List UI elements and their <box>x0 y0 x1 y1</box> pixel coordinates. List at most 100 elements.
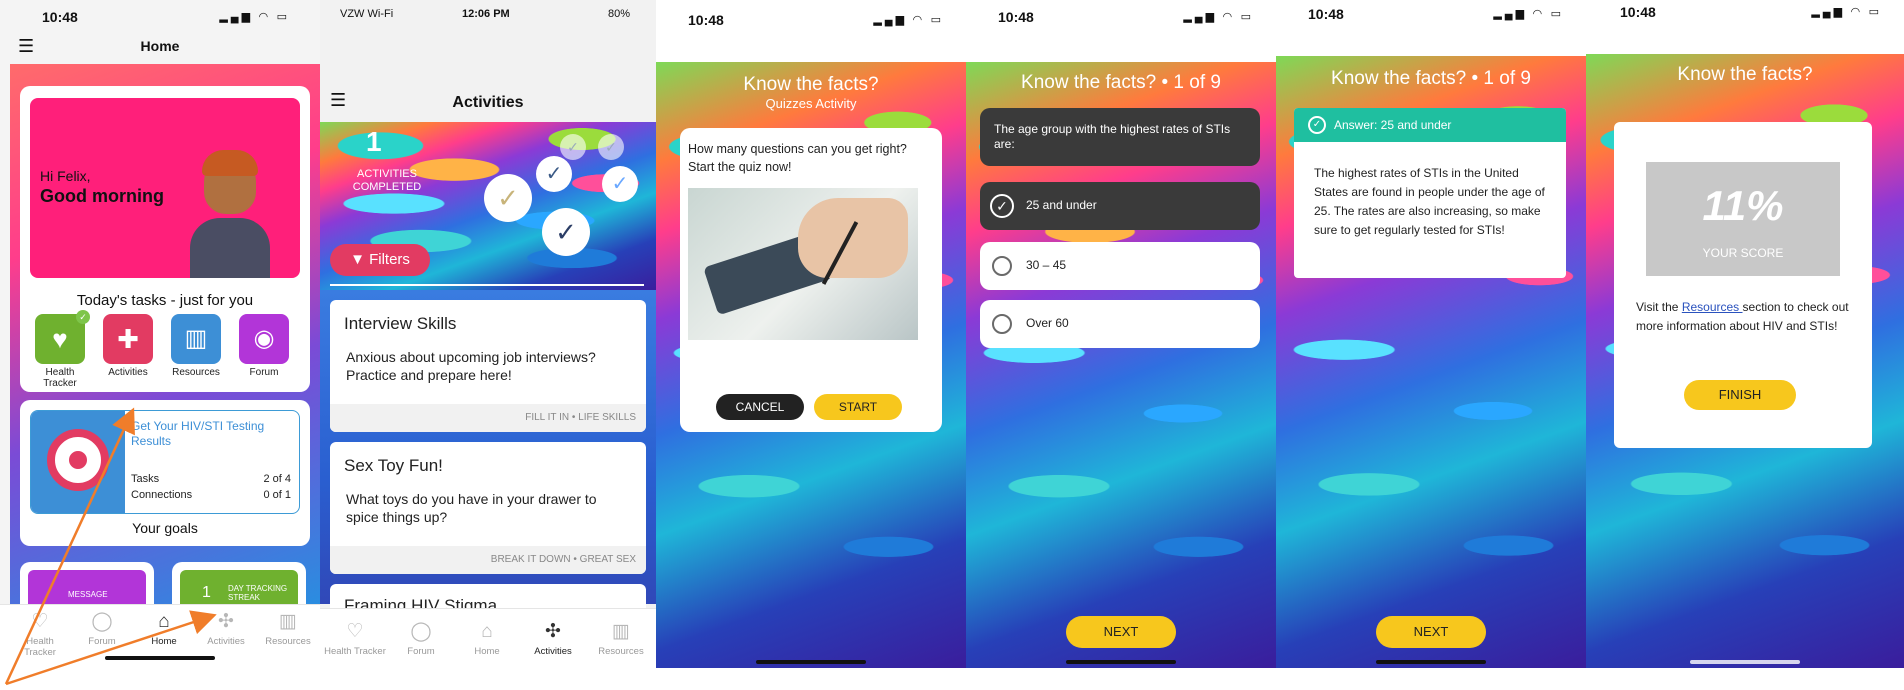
tab-home[interactable]: ⌂ Home <box>456 621 518 657</box>
completed-count: 1 <box>366 126 382 157</box>
chat-icon: ◉ <box>239 314 289 364</box>
tab-activities[interactable]: ✣ Activities <box>196 611 256 647</box>
quiz-prompt: How many questions can you get right? St… <box>688 142 907 174</box>
resources-message: Visit the Resources section to check out… <box>1636 298 1858 336</box>
tab-activities[interactable]: ✣ Activities <box>522 621 584 657</box>
target-icon <box>31 411 125 513</box>
next-button[interactable]: NEXT <box>1066 616 1176 648</box>
answer-option-label: 30 – 45 <box>1026 258 1067 272</box>
quick-action-label: Forum <box>249 367 279 378</box>
status-bar: 10:48 ▂▄▆ ◠ ▭ <box>966 0 1276 34</box>
goals-heading: Your goals <box>132 520 198 536</box>
quiz-subtitle: Quizzes Activity <box>765 96 857 111</box>
activity-card[interactable]: Sex Toy Fun! What toys do you have in yo… <box>330 442 646 574</box>
status-time: 10:48 <box>688 12 724 28</box>
home-indicator <box>1376 660 1486 664</box>
check-circle-icon: ✓ <box>990 194 1014 218</box>
status-icons: ▂▄▆ ◠ ▭ <box>1493 8 1564 20</box>
activity-tags: BREAK IT DOWN • GREAT SEX <box>330 546 646 574</box>
tab-label: Home <box>151 636 177 647</box>
activity-tags: FILL IT IN • LIFE SKILLS <box>330 404 646 432</box>
tab-label: Home <box>474 646 500 657</box>
answer-text: Answer: 25 and under <box>1334 118 1452 132</box>
message-tile-label: MESSAGE <box>68 590 108 599</box>
status-bar: VZW Wi-Fi 12:06 PM 80% <box>320 0 656 28</box>
completed-checkmarks-icon: ✓ ✓ ✓ ✓ ✓ ✓ <box>480 134 650 256</box>
goal-title: Get Your HIV/STI Testing Results <box>131 419 265 448</box>
activity-tag: GREAT SEX <box>579 554 636 565</box>
quiz-title: Know the facts? <box>1677 64 1813 85</box>
finish-button[interactable]: FINISH <box>1684 380 1796 410</box>
status-bar: 10:48 ▂▄▆ ◠ ▭ <box>656 0 966 34</box>
tab-label: Health Tracker <box>24 636 56 658</box>
day-tracking-number: 1 <box>202 584 211 601</box>
quiz-title: Know the facts? • 1 of 9 <box>1331 68 1531 89</box>
quick-action-forum[interactable]: ◉ Forum <box>232 314 296 378</box>
status-icons: ▂▄▆ ◠ ▭ <box>1811 6 1882 18</box>
answer-option[interactable]: Over 60 <box>980 300 1260 348</box>
status-icons: ▂▄▆ ◠ ▭ <box>219 11 290 23</box>
tab-forum[interactable]: ◯ Forum <box>390 621 452 657</box>
goal-tasks-label: Tasks <box>131 473 160 485</box>
quick-action-resources[interactable]: ▥ Resources <box>164 314 228 378</box>
tab-label: Activities <box>534 646 572 657</box>
filters-label: Filters <box>369 251 410 268</box>
greeting-main: Good morning <box>40 186 164 206</box>
cancel-button[interactable]: CANCEL <box>716 394 804 420</box>
chat-icon: ◯ <box>410 621 432 642</box>
status-bar: 10:48 ▂▄▆ ◠ ▭ <box>0 0 320 34</box>
status-carrier: VZW Wi-Fi <box>340 8 394 20</box>
activity-card[interactable]: Interview Skills Anxious about upcoming … <box>330 300 646 432</box>
score-value: 11% <box>1702 182 1784 229</box>
quick-action-health-tracker[interactable]: ♥ ✓ Health Tracker <box>28 310 92 389</box>
goal-item[interactable]: Get Your HIV/STI Testing Results Tasks 2… <box>30 410 300 514</box>
tab-home[interactable]: ⌂ Home <box>134 611 194 647</box>
health-check-badge-icon: ✓ <box>76 310 90 324</box>
avatar <box>190 150 270 278</box>
start-button[interactable]: START <box>814 394 902 420</box>
activity-tag: FILL IT IN <box>525 412 570 423</box>
heart-pulse-icon: ♡ <box>31 611 49 632</box>
tab-resources[interactable]: ▥ Resources <box>258 611 318 647</box>
activity-title: Sex Toy Fun! <box>344 456 443 475</box>
next-button[interactable]: NEXT <box>1376 616 1486 648</box>
message-text: Visit the <box>1636 300 1682 314</box>
radio-icon <box>992 314 1012 334</box>
heart-pulse-icon: ♡ <box>346 621 364 642</box>
score-card: 11% YOUR SCORE Visit the Resources secti… <box>1614 122 1872 448</box>
quiz-intro-screen: 10:48 ▂▄▆ ◠ ▭ Know the facts? Quizzes Ac… <box>656 0 966 668</box>
activity-tag: LIFE SKILLS <box>578 412 636 423</box>
filter-icon: ▼ <box>350 251 365 268</box>
check-circle-icon: ✓ <box>1308 116 1326 134</box>
tab-resources[interactable]: ▥ Resources <box>588 621 654 657</box>
completed-label: ACTIVITIES COMPLETED <box>352 168 422 193</box>
tab-label: Health Tracker <box>324 646 386 657</box>
answer-option[interactable]: 30 – 45 <box>980 242 1260 290</box>
filters-button[interactable]: ▼ Filters <box>330 244 430 276</box>
answer-option-selected[interactable]: ✓ 25 and under <box>980 182 1260 230</box>
day-tracking-label: DAY TRACKING STREAK <box>228 584 288 602</box>
quick-action-activities[interactable]: ✚ Activities <box>96 314 160 378</box>
score-label: YOUR SCORE <box>1702 246 1784 260</box>
tab-health-tracker[interactable]: ♡ Health Tracker <box>322 621 388 657</box>
activity-desc: Anxious about upcoming job interviews? P… <box>346 349 596 383</box>
books-icon: ▥ <box>612 621 630 642</box>
answer-option-label: Over 60 <box>1026 316 1069 330</box>
goal-connections-value: 0 of 1 <box>263 489 291 501</box>
home-indicator <box>756 660 866 664</box>
quiz-intro-card: How many questions can you get right? St… <box>680 128 942 432</box>
chat-icon: ◯ <box>91 611 113 632</box>
tab-forum[interactable]: ◯ Forum <box>72 611 132 647</box>
activity-desc: What toys do you have in your drawer to … <box>346 491 597 525</box>
activity-tag: BREAK IT DOWN <box>490 554 571 565</box>
quick-action-label: Health Tracker <box>43 367 77 389</box>
quiz-question-screen: 10:48 ▂▄▆ ◠ ▭ Know the facts? • 1 of 9 T… <box>966 0 1276 668</box>
page-title: Home <box>140 38 180 54</box>
resources-link[interactable]: Resources <box>1682 300 1743 314</box>
page-title: Activities <box>452 94 524 111</box>
home-screen: 10:48 ▂▄▆ ◠ ▭ ☰ Home Hi Felix, Good morn… <box>0 0 320 668</box>
tab-health-tracker[interactable]: ♡ Health Tracker <box>10 611 70 658</box>
puzzle-icon: ✣ <box>218 611 234 632</box>
books-icon: ▥ <box>171 314 221 364</box>
answer-explanation: The highest rates of STIs in the United … <box>1314 166 1545 237</box>
